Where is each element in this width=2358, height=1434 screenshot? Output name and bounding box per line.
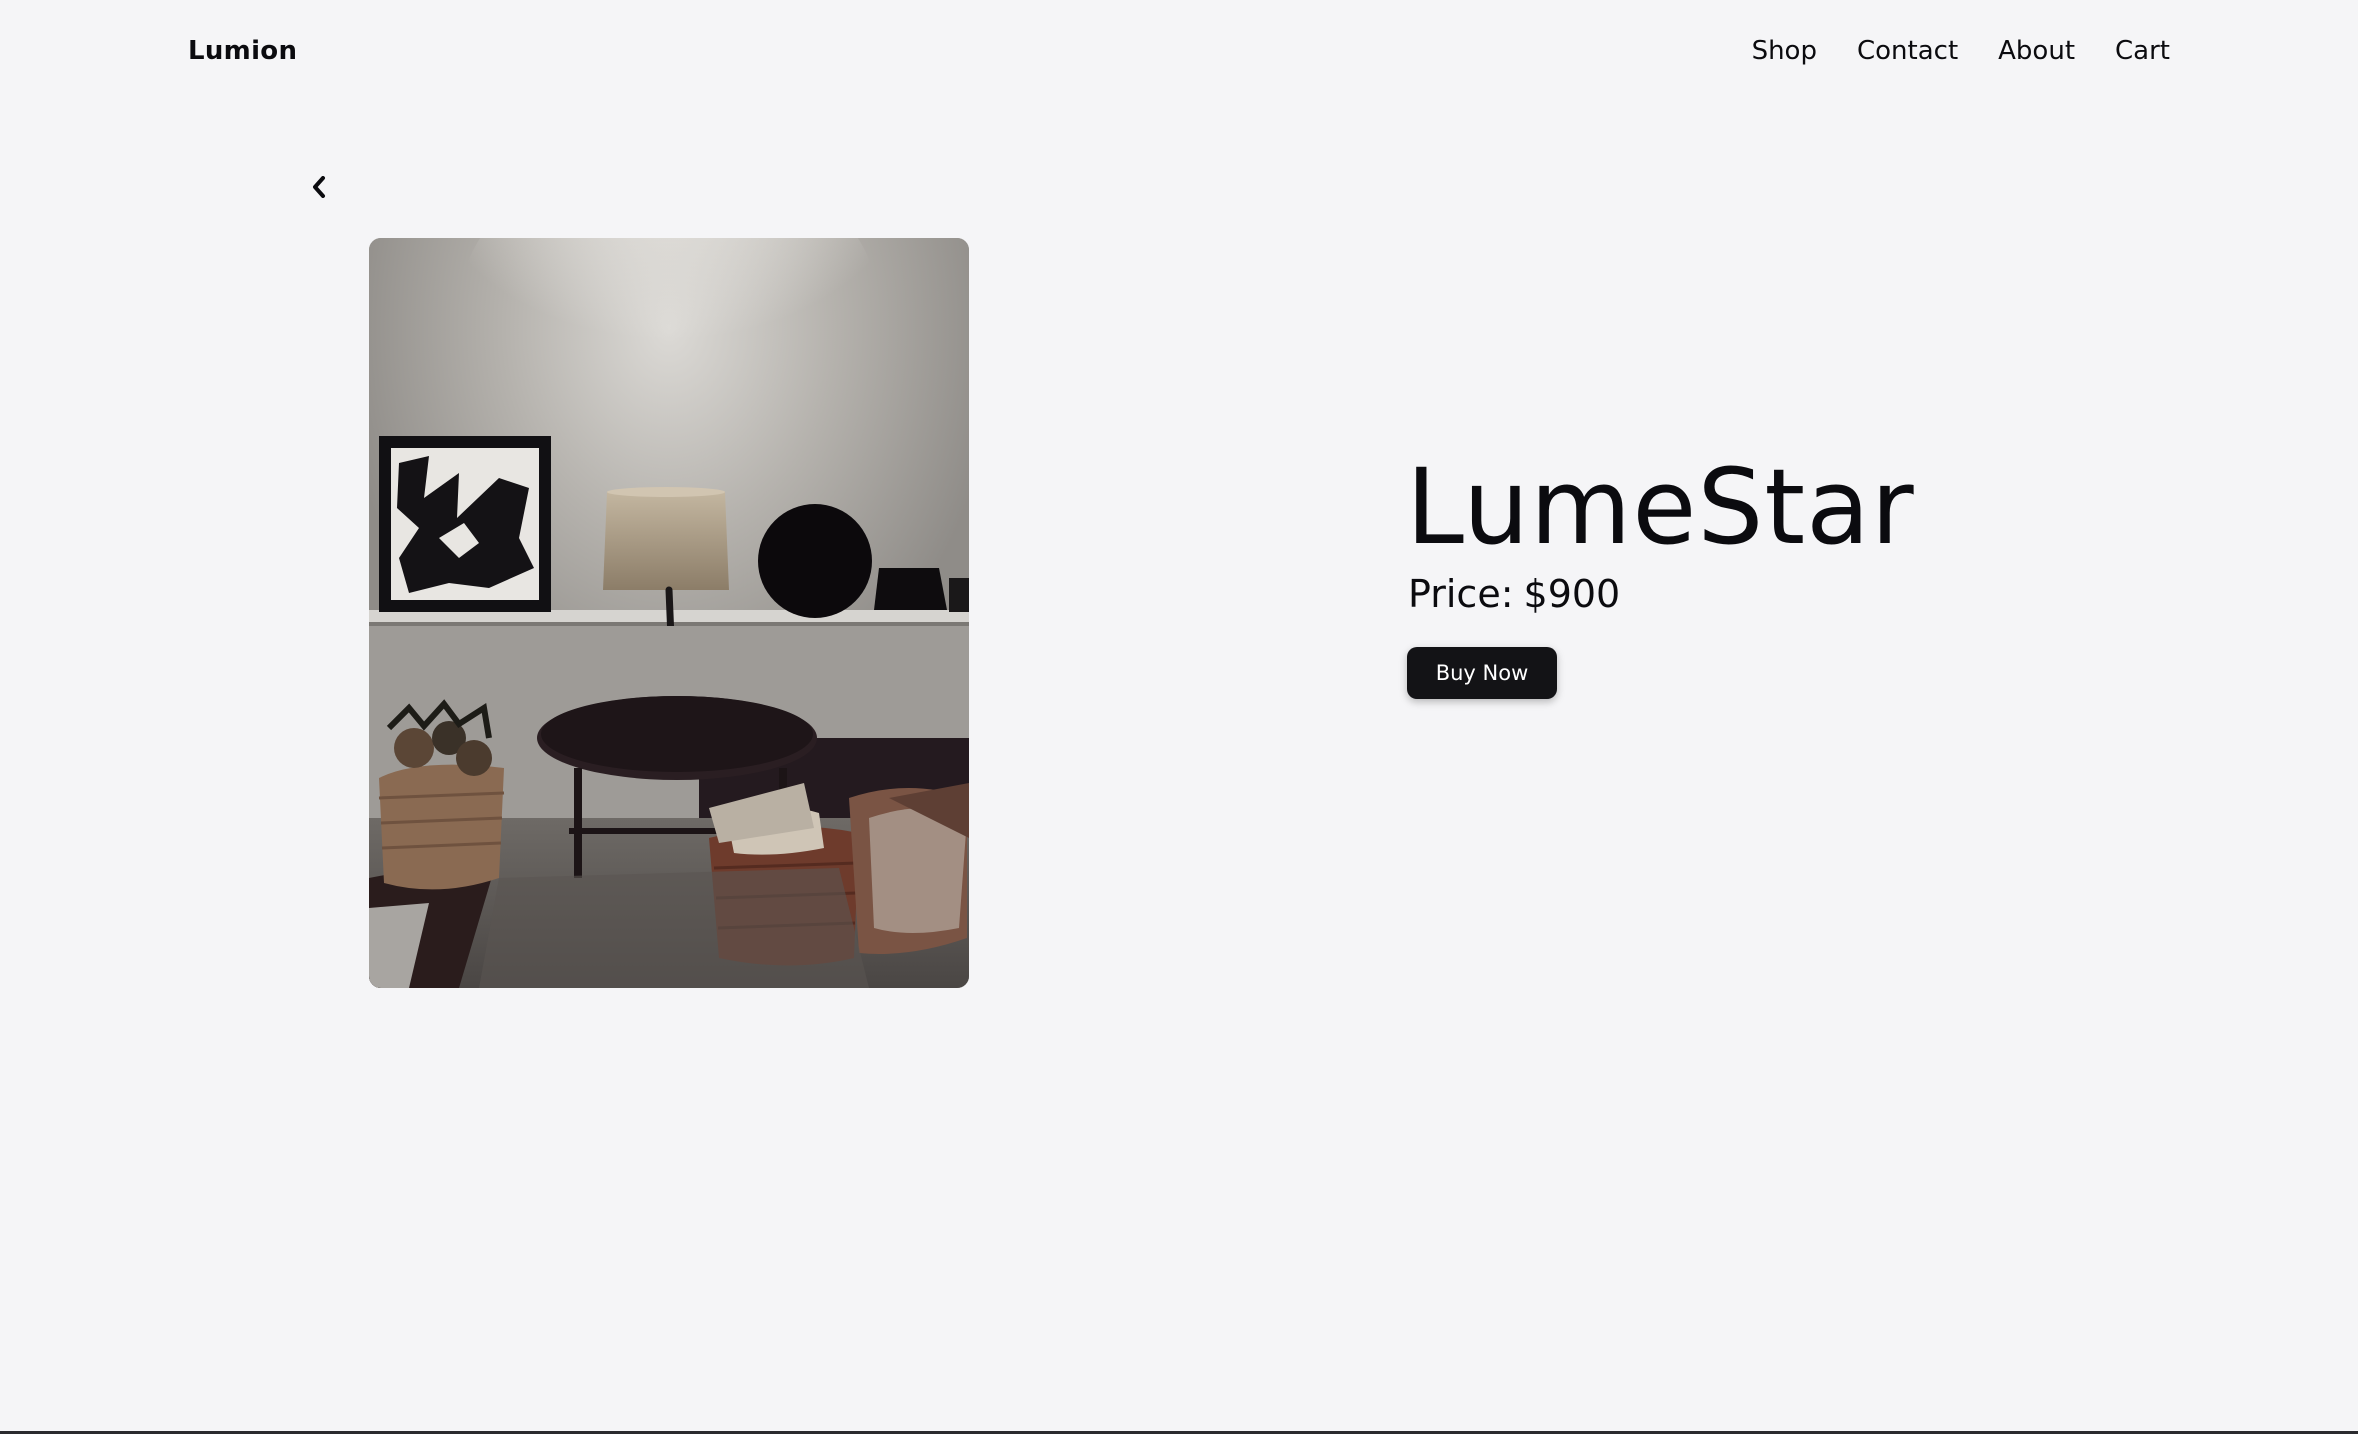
price-value: $900 xyxy=(1523,572,1621,616)
nav-shop[interactable]: Shop xyxy=(1752,36,1817,66)
nav-about[interactable]: About xyxy=(1998,36,2075,66)
chevron-left-icon xyxy=(313,176,325,198)
back-button[interactable] xyxy=(306,174,332,200)
brand-logo[interactable]: Lumion xyxy=(188,36,297,66)
product-price: Price: $900 xyxy=(1408,572,1620,616)
price-label: Price: xyxy=(1408,572,1514,616)
main-nav: Shop Contact About Cart xyxy=(1752,36,2170,66)
nav-contact[interactable]: Contact xyxy=(1857,36,1958,66)
product-name: LumeStar xyxy=(1406,446,1915,568)
nav-cart[interactable]: Cart xyxy=(2115,36,2170,66)
product-image xyxy=(369,238,969,988)
product-page: Lumion Shop Contact About Cart LumeStar … xyxy=(0,0,2358,1434)
buy-now-button[interactable]: Buy Now xyxy=(1407,647,1557,699)
